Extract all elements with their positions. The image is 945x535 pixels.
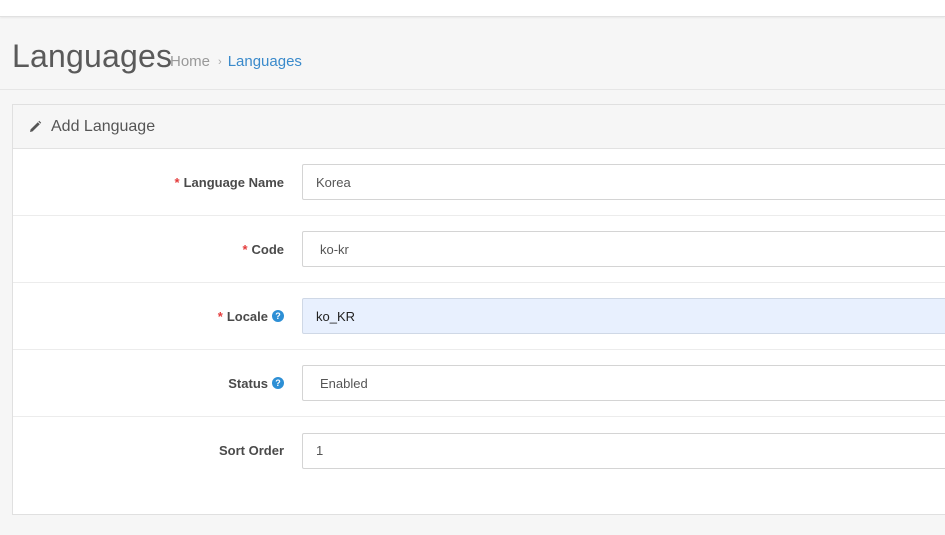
status-select[interactable]: Enabled xyxy=(302,365,945,401)
panel-title: Add Language xyxy=(51,117,156,135)
top-navbar xyxy=(0,0,945,17)
question-circle-icon[interactable]: ? xyxy=(272,310,284,322)
breadcrumb-separator-icon: › xyxy=(218,55,222,68)
required-marker: * xyxy=(174,174,180,190)
sort-order-input[interactable] xyxy=(302,432,945,469)
sort-order-label: Sort Order xyxy=(219,417,284,484)
locale-label: * Locale ? xyxy=(218,283,284,349)
language-name-label: * Language Name xyxy=(175,149,284,215)
code-row: * Code xyxy=(13,216,945,283)
locale-row: * Locale ? xyxy=(13,283,945,350)
page-header: Languages Home › Languages xyxy=(0,18,945,90)
locale-label-text: Locale xyxy=(226,308,268,324)
required-marker: * xyxy=(242,241,248,257)
code-input[interactable] xyxy=(302,231,945,267)
panel-heading: Add Language xyxy=(13,105,945,149)
breadcrumb-home-link[interactable]: Home xyxy=(170,53,210,70)
sort-order-label-text: Sort Order xyxy=(218,443,284,458)
page-title: Languages xyxy=(12,38,173,74)
status-select-value: Enabled xyxy=(320,375,368,391)
sort-order-row: Sort Order xyxy=(13,417,945,484)
code-label: * Code xyxy=(242,216,284,282)
breadcrumb: Home › Languages xyxy=(170,53,302,70)
required-marker: * xyxy=(217,308,223,324)
question-circle-icon[interactable]: ? xyxy=(272,377,284,389)
status-label-text: Status xyxy=(228,375,268,391)
status-label: Status ? xyxy=(228,350,284,416)
status-row: Status ? Enabled xyxy=(13,350,945,417)
locale-input[interactable] xyxy=(302,298,945,334)
add-language-panel: Add Language * Language Name * Code * Lo… xyxy=(12,104,945,515)
language-name-input[interactable] xyxy=(302,164,945,200)
breadcrumb-languages-link[interactable]: Languages xyxy=(228,53,302,70)
code-label-text: Code xyxy=(251,241,285,257)
language-name-label-text: Language Name xyxy=(183,174,284,190)
pencil-icon xyxy=(28,120,42,134)
language-name-row: * Language Name xyxy=(13,149,945,216)
